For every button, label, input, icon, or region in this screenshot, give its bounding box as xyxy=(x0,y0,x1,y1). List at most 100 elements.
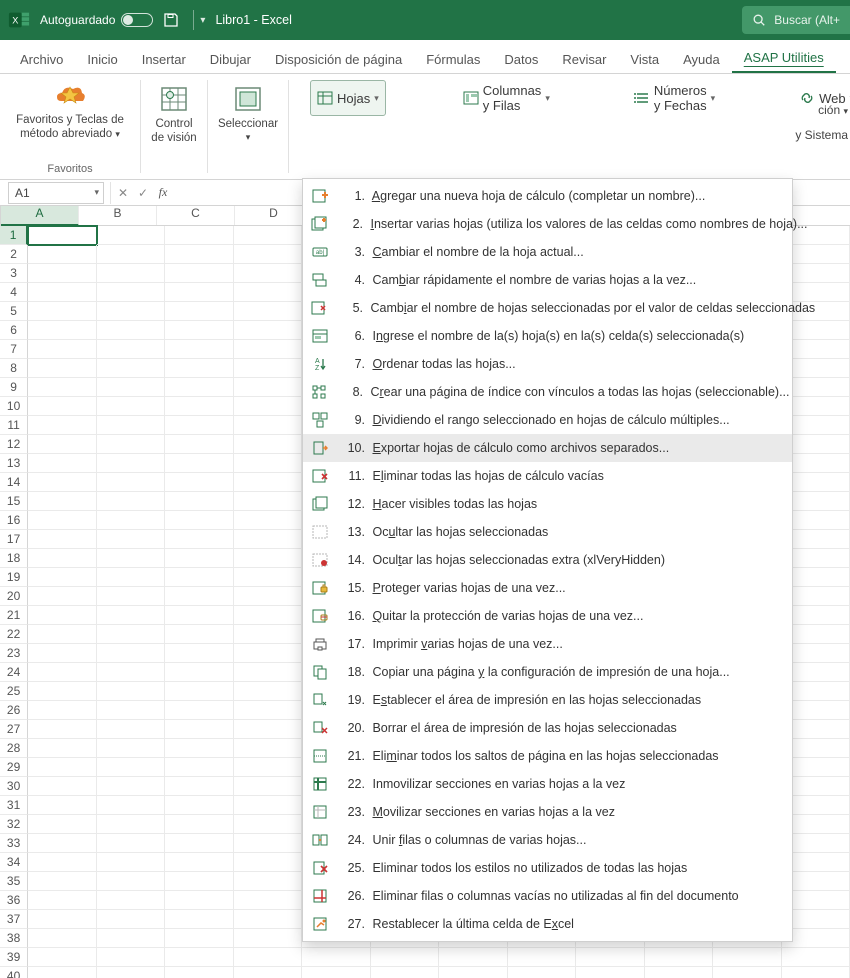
row-header[interactable]: 14 xyxy=(0,473,28,492)
cell[interactable] xyxy=(97,321,165,340)
menu-item-2[interactable]: 2. Insertar varias hojas (utiliza los va… xyxy=(303,210,792,238)
cell[interactable] xyxy=(28,663,96,682)
cell[interactable] xyxy=(165,967,233,978)
cell[interactable] xyxy=(165,416,233,435)
select-button[interactable]: Seleccionar ▾ xyxy=(218,84,278,143)
cell[interactable] xyxy=(97,454,165,473)
cell[interactable] xyxy=(165,891,233,910)
cell[interactable] xyxy=(165,302,233,321)
cell[interactable] xyxy=(28,340,96,359)
row-header[interactable]: 19 xyxy=(0,568,28,587)
cell[interactable] xyxy=(234,473,302,492)
cell[interactable] xyxy=(165,359,233,378)
cell[interactable] xyxy=(97,739,165,758)
cell[interactable] xyxy=(28,910,96,929)
tab-inicio[interactable]: Inicio xyxy=(75,46,129,73)
cell[interactable] xyxy=(508,948,576,967)
cell[interactable] xyxy=(97,834,165,853)
tab-vista[interactable]: Vista xyxy=(618,46,671,73)
cell[interactable] xyxy=(713,967,781,978)
cell[interactable] xyxy=(371,967,439,978)
cell[interactable] xyxy=(28,872,96,891)
cell[interactable] xyxy=(234,815,302,834)
row-header[interactable]: 22 xyxy=(0,625,28,644)
cell[interactable] xyxy=(28,283,96,302)
row-header[interactable]: 29 xyxy=(0,758,28,777)
cell[interactable] xyxy=(97,967,165,978)
cell[interactable] xyxy=(97,796,165,815)
cell[interactable] xyxy=(28,549,96,568)
cell[interactable] xyxy=(97,587,165,606)
row-header[interactable]: 5 xyxy=(0,302,28,321)
row-header[interactable]: 25 xyxy=(0,682,28,701)
cell[interactable] xyxy=(165,397,233,416)
cell[interactable] xyxy=(165,929,233,948)
cell[interactable] xyxy=(165,910,233,929)
cell[interactable] xyxy=(165,568,233,587)
cell[interactable] xyxy=(234,340,302,359)
cell[interactable] xyxy=(28,834,96,853)
row-header[interactable]: 10 xyxy=(0,397,28,416)
row-header[interactable]: 33 xyxy=(0,834,28,853)
cell[interactable] xyxy=(97,378,165,397)
cell[interactable] xyxy=(234,929,302,948)
cell[interactable] xyxy=(28,796,96,815)
tab-datos[interactable]: Datos xyxy=(492,46,550,73)
menu-item-17[interactable]: 17. Imprimir varias hojas de una vez... xyxy=(303,630,792,658)
cell[interactable] xyxy=(234,796,302,815)
cell[interactable] xyxy=(97,701,165,720)
cell[interactable] xyxy=(97,910,165,929)
row-header[interactable]: 32 xyxy=(0,815,28,834)
cols-rows-dropdown[interactable]: Columnas y Filas▾ xyxy=(456,80,557,116)
menu-item-3[interactable]: ab|3. Cambiar el nombre de la hoja actua… xyxy=(303,238,792,266)
cell[interactable] xyxy=(97,340,165,359)
cell[interactable] xyxy=(782,948,850,967)
tab-dibujar[interactable]: Dibujar xyxy=(198,46,263,73)
cell[interactable] xyxy=(28,587,96,606)
cell[interactable] xyxy=(234,359,302,378)
cell[interactable] xyxy=(97,511,165,530)
cell[interactable] xyxy=(165,739,233,758)
cell[interactable] xyxy=(165,587,233,606)
cell[interactable] xyxy=(234,777,302,796)
cell[interactable] xyxy=(165,720,233,739)
menu-item-26[interactable]: 26. Eliminar filas o columnas vacías no … xyxy=(303,882,792,910)
qat-customize-icon[interactable]: ▾ xyxy=(200,15,205,26)
cell[interactable] xyxy=(97,815,165,834)
cell[interactable] xyxy=(165,473,233,492)
menu-item-14[interactable]: 14. Ocultar las hojas seleccionadas extr… xyxy=(303,546,792,574)
cell[interactable] xyxy=(97,682,165,701)
cell[interactable] xyxy=(28,606,96,625)
name-box[interactable]: A1▾ xyxy=(8,182,104,204)
cell[interactable] xyxy=(782,967,850,978)
cell[interactable] xyxy=(234,245,302,264)
menu-item-7[interactable]: AZ7. Ordenar todas las hojas... xyxy=(303,350,792,378)
row-header[interactable]: 28 xyxy=(0,739,28,758)
menu-item-9[interactable]: 9. Dividiendo el rango seleccionado en h… xyxy=(303,406,792,434)
cell[interactable] xyxy=(28,853,96,872)
cell[interactable] xyxy=(234,853,302,872)
cell[interactable] xyxy=(28,948,96,967)
fx-icon[interactable]: fx xyxy=(153,185,173,200)
fx-accept-icon[interactable]: ✓ xyxy=(133,186,153,200)
cell[interactable] xyxy=(165,492,233,511)
hojas-dropdown[interactable]: Hojas▾ xyxy=(310,80,386,116)
cell[interactable] xyxy=(302,948,370,967)
cell[interactable] xyxy=(234,948,302,967)
row-header[interactable]: 38 xyxy=(0,929,28,948)
row-header[interactable]: 35 xyxy=(0,872,28,891)
cell[interactable] xyxy=(28,454,96,473)
row-header[interactable]: 30 xyxy=(0,777,28,796)
cell[interactable] xyxy=(234,606,302,625)
column-header[interactable]: C xyxy=(157,206,235,225)
cell[interactable] xyxy=(165,625,233,644)
menu-item-10[interactable]: 10. Exportar hojas de cálculo como archi… xyxy=(303,434,792,462)
favorites-button[interactable]: Favoritos y Teclas de método abreviado ▾ xyxy=(16,80,124,142)
cell[interactable] xyxy=(165,815,233,834)
cell[interactable] xyxy=(234,834,302,853)
row-header[interactable]: 12 xyxy=(0,435,28,454)
cell[interactable] xyxy=(165,511,233,530)
cell[interactable] xyxy=(97,264,165,283)
row-header[interactable]: 7 xyxy=(0,340,28,359)
cell[interactable] xyxy=(97,625,165,644)
